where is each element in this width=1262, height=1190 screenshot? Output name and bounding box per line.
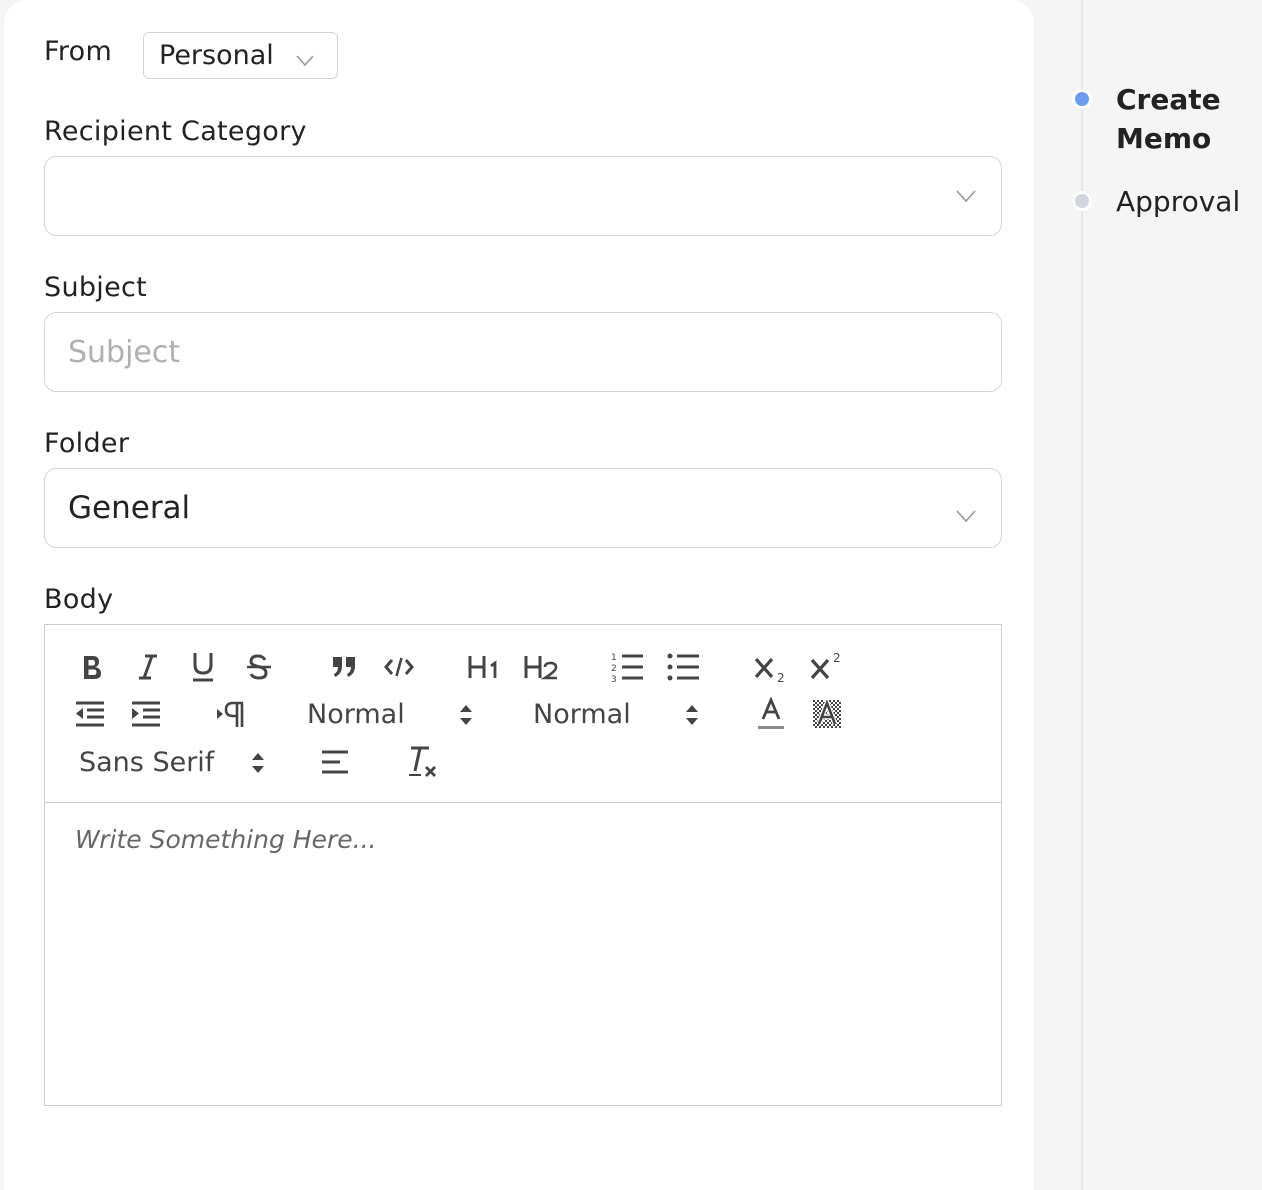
subscript-icon[interactable]: 2 xyxy=(751,651,791,685)
font-picker[interactable]: Sans Serif xyxy=(79,743,275,781)
memo-form-card: From Personal Recipient Category Subject… xyxy=(4,0,1034,1190)
clear-format-icon[interactable] xyxy=(405,743,441,781)
stepper-line xyxy=(1081,0,1083,1190)
header-size-picker[interactable]: Normal xyxy=(307,695,483,733)
text-size-picker[interactable]: Normal xyxy=(533,695,709,733)
editor-placeholder: Write Something Here... xyxy=(75,825,377,854)
quote-icon[interactable] xyxy=(327,651,361,683)
recipient-category-select[interactable] xyxy=(44,156,1002,236)
strike-icon[interactable] xyxy=(242,651,276,683)
from-select[interactable]: Personal xyxy=(143,32,338,79)
underline-icon[interactable] xyxy=(186,649,220,685)
recipient-category-label: Recipient Category xyxy=(44,116,307,147)
ordered-list-icon[interactable]: 123 xyxy=(610,649,646,685)
text-color-icon[interactable] xyxy=(753,695,789,733)
editor-content-area[interactable]: Write Something Here... xyxy=(45,803,1001,1105)
text-size-value: Normal xyxy=(533,698,631,730)
bold-icon[interactable] xyxy=(75,651,109,683)
header-size-value: Normal xyxy=(307,698,405,730)
up-down-icon xyxy=(251,751,265,782)
step-label-line1: Create xyxy=(1116,83,1221,116)
body-label: Body xyxy=(44,584,114,615)
subject-input[interactable] xyxy=(68,334,1001,370)
subject-field xyxy=(44,312,1002,392)
indent-icon[interactable] xyxy=(129,697,163,731)
superscript-icon[interactable]: 2 xyxy=(807,649,847,683)
subject-label: Subject xyxy=(44,272,148,303)
rtl-icon[interactable] xyxy=(213,697,249,731)
up-down-icon xyxy=(459,703,473,734)
italic-icon[interactable] xyxy=(131,651,165,683)
step-pending-dot-icon xyxy=(1072,191,1092,211)
align-icon[interactable] xyxy=(317,745,353,779)
outdent-icon[interactable] xyxy=(73,697,107,731)
bullet-list-icon[interactable] xyxy=(666,649,702,685)
font-value: Sans Serif xyxy=(79,746,215,778)
svg-text:3: 3 xyxy=(611,675,617,683)
step-approval-label: Approval xyxy=(1116,185,1241,218)
rich-text-editor: 123 2 2 Normal Normal Sans Serif Write S… xyxy=(44,624,1002,1106)
code-icon[interactable] xyxy=(382,651,416,683)
background-color-icon[interactable] xyxy=(809,695,845,733)
svg-text:2: 2 xyxy=(777,671,785,683)
chevron-down-icon xyxy=(295,46,315,77)
h2-icon[interactable] xyxy=(521,651,561,683)
folder-select-value: General xyxy=(68,490,191,526)
svg-text:1: 1 xyxy=(611,653,617,663)
from-select-value: Personal xyxy=(159,40,274,71)
step-label-line2: Memo xyxy=(1116,122,1212,155)
step-active-dot-icon xyxy=(1072,89,1092,109)
editor-toolbar: 123 2 2 Normal Normal Sans Serif xyxy=(45,625,1001,803)
h1-icon[interactable] xyxy=(465,651,505,683)
up-down-icon xyxy=(685,703,699,734)
folder-label: Folder xyxy=(44,428,130,459)
svg-text:2: 2 xyxy=(833,651,841,665)
chevron-down-icon xyxy=(955,498,977,534)
svg-text:2: 2 xyxy=(611,664,617,674)
chevron-down-icon xyxy=(955,186,977,210)
step-create-memo-label: Create Memo xyxy=(1116,80,1221,158)
folder-select[interactable]: General xyxy=(44,468,1002,548)
from-label: From xyxy=(44,36,113,67)
